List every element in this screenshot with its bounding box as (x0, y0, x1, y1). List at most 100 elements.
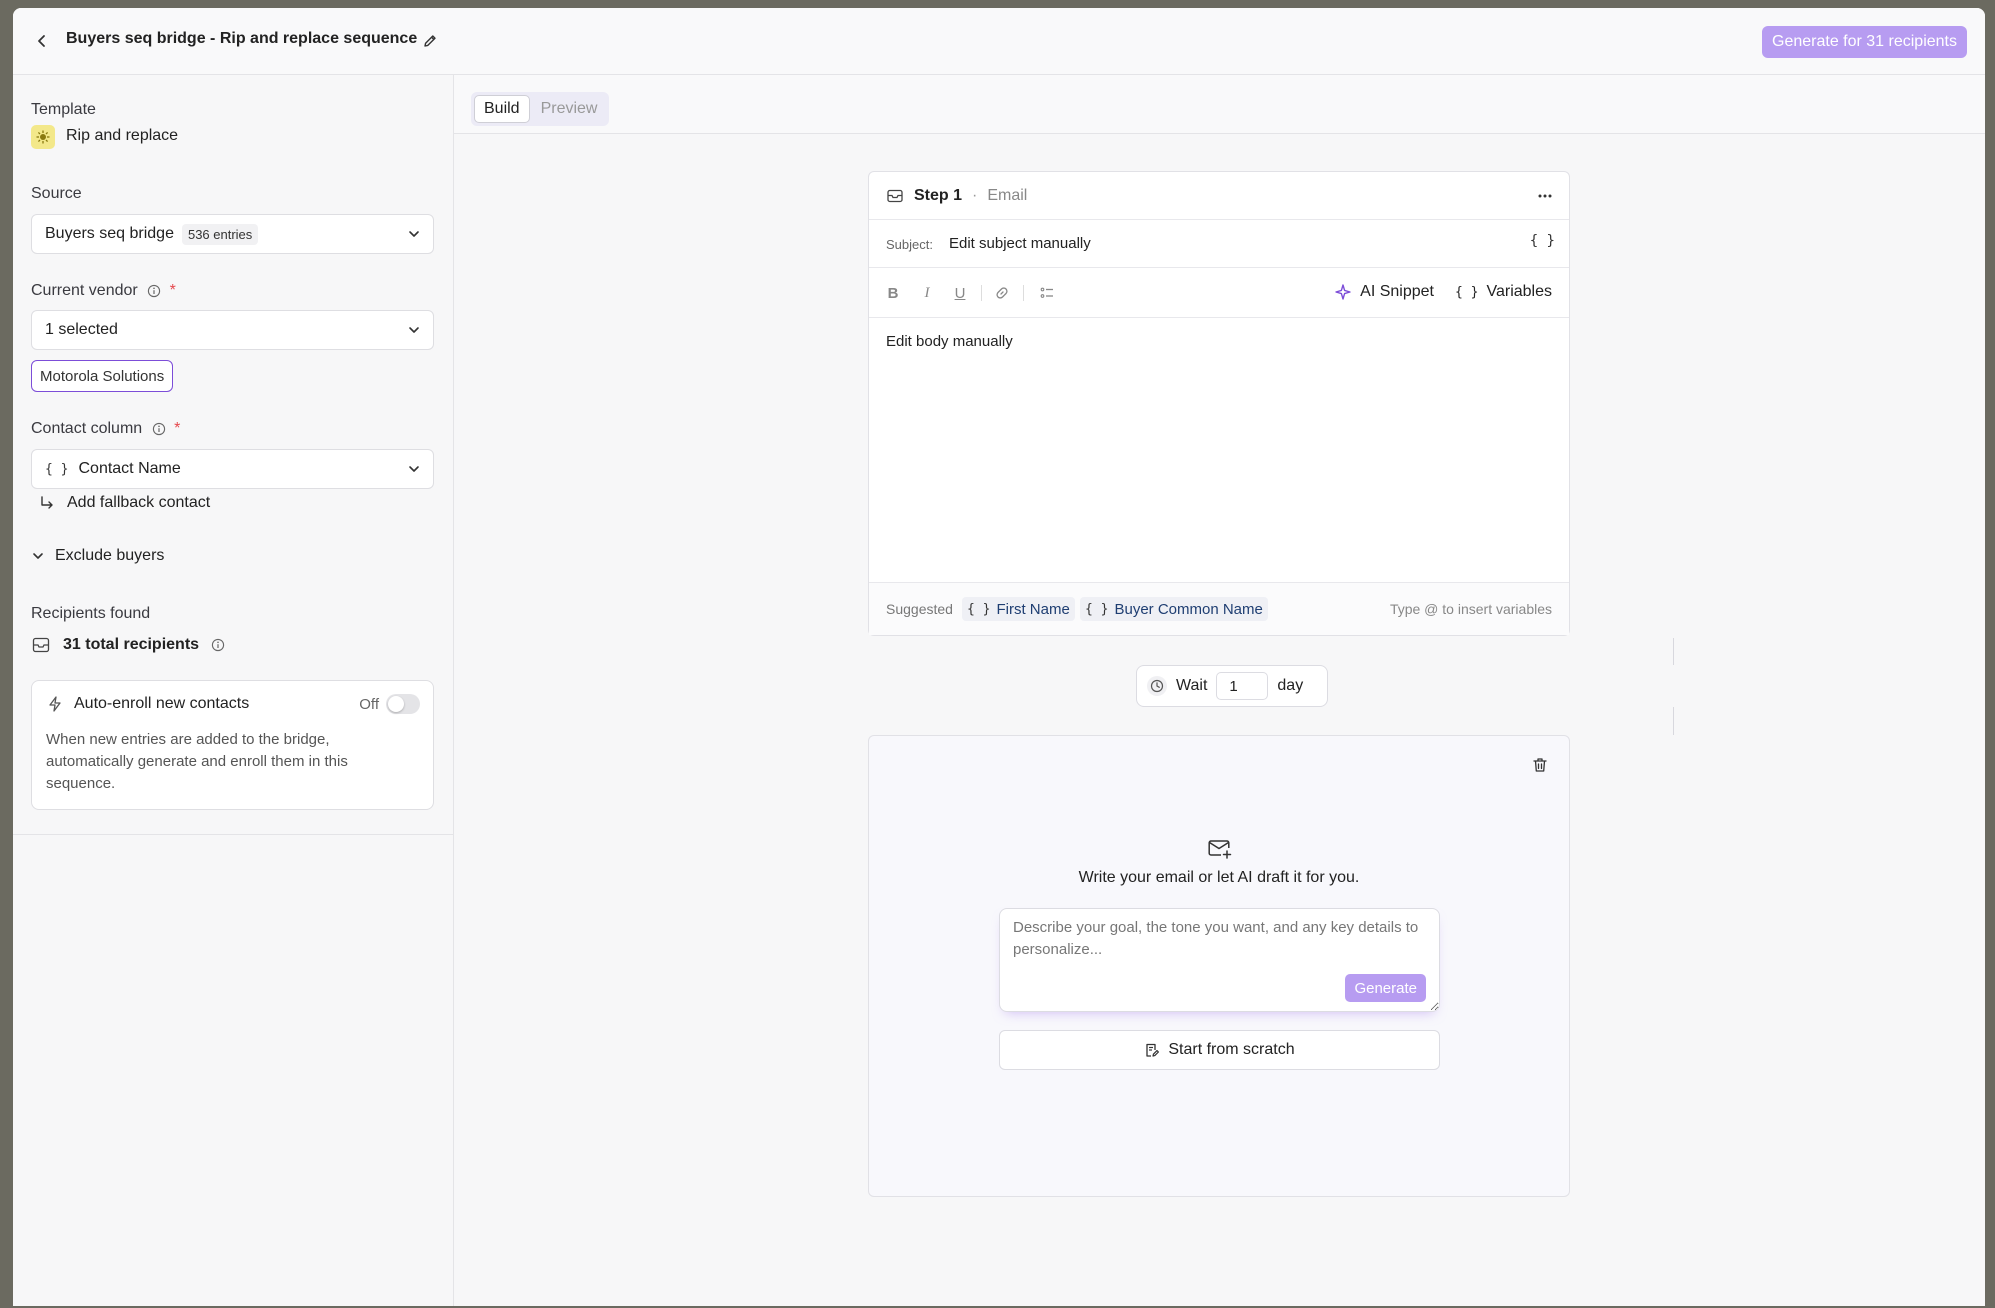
inbox-icon (32, 637, 50, 653)
step-2-card: Write your email or let AI draft it for … (868, 735, 1570, 1197)
app-window: Buyers seq bridge - Rip and replace sequ… (13, 8, 1985, 1306)
document-edit-icon (1146, 1043, 1160, 1057)
variables-button[interactable]: { } Variables (1455, 283, 1552, 301)
underline-icon[interactable]: U (950, 283, 970, 303)
wait-unit: day (1277, 677, 1304, 694)
braces-icon: { } (45, 461, 69, 477)
add-fallback-contact-button[interactable]: Add fallback contact (39, 494, 210, 512)
auto-enroll-title: Auto-enroll new contacts (46, 695, 249, 713)
suggested-variable-chip[interactable]: { } First Name (962, 597, 1075, 621)
braces-icon: { } (1085, 601, 1109, 617)
mail-plus-icon (1207, 836, 1233, 865)
contact-label-text: Contact column (31, 420, 143, 437)
step-1-card: Step 1 · Email Subject: Edit subject man… (868, 171, 1570, 636)
wait-step: Wait day (1136, 665, 1328, 707)
list-icon[interactable] (1037, 283, 1057, 303)
suggested-variable-chip[interactable]: { } Buyer Common Name (1080, 597, 1268, 621)
vendor-label: Current vendor * (31, 282, 176, 300)
chevron-down-icon (409, 327, 419, 333)
contact-select[interactable]: { } Contact Name (31, 449, 434, 489)
template-name: Rip and replace (66, 127, 179, 144)
auto-enroll-card: Auto-enroll new contacts Off When new en… (31, 680, 434, 810)
sparkle-icon (1335, 284, 1351, 300)
subject-label: Subject: (886, 237, 933, 252)
braces-icon: { } (967, 601, 991, 617)
source-value: Buyers seq bridge (45, 225, 174, 242)
fallback-label: Add fallback contact (67, 494, 211, 511)
toolbar-divider (981, 285, 982, 301)
recipients-count: 31 total recipients (31, 635, 225, 655)
sidebar: Template Rip and replace Source Buyers s… (13, 75, 454, 1306)
source-select[interactable]: Buyers seq bridge 536 entries (31, 214, 434, 254)
subject-input[interactable]: Edit subject manually (949, 235, 1091, 252)
auto-enroll-state: Off (359, 696, 379, 713)
auto-enroll-description: When new entries are added to the bridge… (46, 731, 348, 792)
connector-line (1673, 707, 1674, 735)
step-number: Step 1 (914, 187, 963, 204)
vendor-label-text: Current vendor (31, 282, 138, 299)
step-header: Step 1 · Email (869, 172, 1569, 220)
subject-row: Subject: Edit subject manually { } (869, 220, 1569, 268)
suggested-label: Suggested (886, 601, 953, 617)
tab-preview[interactable]: Preview (532, 95, 607, 123)
chevron-down-icon (409, 466, 419, 472)
ai-snippet-button[interactable]: AI Snippet (1334, 283, 1434, 301)
required-mark: * (169, 282, 176, 299)
wait-days-input[interactable] (1216, 672, 1269, 700)
step-type: Email (987, 187, 1028, 204)
generate-recipients-button[interactable]: Generate for 31 recipients (1762, 26, 1967, 58)
view-tabs: Build Preview (471, 92, 610, 126)
braces-icon: { } (1455, 284, 1479, 300)
exclude-label: Exclude buyers (55, 547, 165, 564)
auto-enroll-toggle[interactable] (386, 694, 420, 714)
generate-button[interactable]: Generate (1345, 974, 1426, 1002)
connector-line (1673, 638, 1674, 665)
vendor-select[interactable]: 1 selected (31, 310, 434, 350)
info-icon[interactable] (211, 638, 225, 652)
main-canvas: Build Preview Step 1 · Email Subject: Ed… (454, 75, 1985, 1306)
bold-icon[interactable]: B (883, 283, 903, 303)
email-body-editor[interactable]: Edit body manually (869, 318, 1569, 583)
insert-variables-hint: Type @ to insert variables (1389, 601, 1552, 617)
auto-enroll-title-text: Auto-enroll new contacts (74, 695, 250, 712)
suggested-variables-row: Suggested { } First Name { } Buyer Commo… (869, 583, 1569, 635)
exclude-buyers-toggle[interactable]: Exclude buyers (31, 547, 164, 565)
wait-label: Wait (1176, 677, 1208, 694)
pencil-icon[interactable] (419, 30, 441, 52)
tab-bar: Build Preview (454, 75, 1985, 134)
contact-value: Contact Name (78, 460, 181, 477)
vendor-value: 1 selected (45, 321, 118, 338)
recipients-found-label: Recipients found (31, 605, 151, 622)
trash-icon[interactable] (1531, 756, 1549, 779)
chevron-down-icon (409, 231, 419, 237)
step-title: Step 1 · Email (886, 187, 1027, 205)
top-bar: Buyers seq bridge - Rip and replace sequ… (13, 8, 1985, 75)
ai-snippet-label: AI Snippet (1360, 283, 1434, 300)
start-from-scratch-label: Start from scratch (1168, 1041, 1295, 1058)
vendor-chip[interactable]: Motorola Solutions (31, 360, 174, 392)
variables-label: Variables (1486, 283, 1552, 300)
template-label: Template (31, 101, 96, 118)
info-icon[interactable] (147, 284, 161, 298)
info-icon[interactable] (152, 422, 166, 436)
contact-label: Contact column * (31, 420, 180, 438)
start-from-scratch-button[interactable]: Start from scratch (999, 1030, 1440, 1070)
lightning-icon (49, 696, 61, 712)
sidebar-settings: Template Rip and replace Source Buyers s… (13, 75, 454, 835)
link-icon[interactable] (992, 283, 1012, 303)
source-label: Source (31, 185, 82, 202)
required-mark: * (174, 420, 181, 437)
step-separator: · (972, 187, 978, 204)
insert-variable-braces-icon[interactable]: { } (1530, 233, 1555, 249)
tab-build[interactable]: Build (474, 95, 530, 123)
chevron-down-icon (33, 553, 43, 559)
source-entries-badge: 536 entries (181, 223, 259, 245)
recipients-count-text: 31 total recipients (63, 636, 200, 653)
back-icon[interactable] (31, 30, 53, 52)
suggested-variable-label: Buyer Common Name (1114, 600, 1263, 618)
more-options-icon[interactable] (1535, 186, 1555, 211)
corner-down-right-icon (41, 496, 53, 509)
italic-icon[interactable]: I (917, 283, 937, 303)
toolbar-divider (1023, 285, 1024, 301)
mail-icon (887, 189, 903, 203)
